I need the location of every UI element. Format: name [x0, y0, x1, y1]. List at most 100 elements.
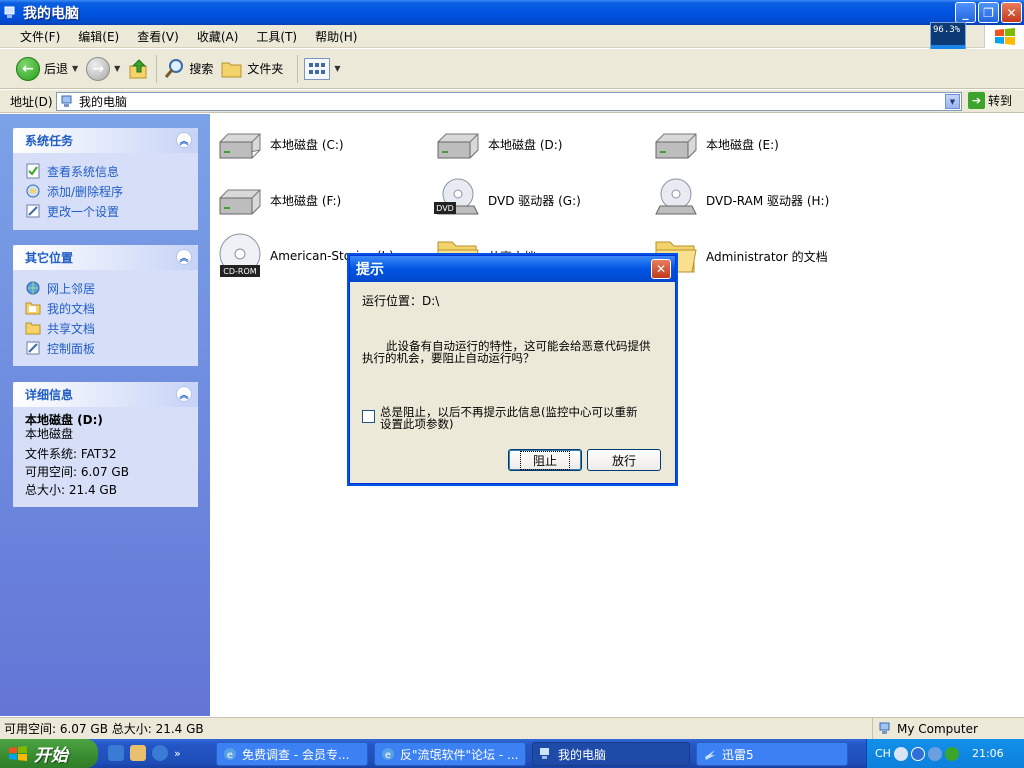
- messenger-icon[interactable]: [130, 745, 146, 761]
- system-tasks-header[interactable]: 系统任务 ︽: [13, 128, 198, 153]
- always-block-checkbox[interactable]: [362, 410, 375, 423]
- tray-expand-icon[interactable]: [893, 746, 908, 761]
- thunder-icon: [705, 750, 715, 760]
- hard-disk-icon: [437, 133, 479, 159]
- network-icon[interactable]: [927, 746, 942, 761]
- details-panel: 详细信息 ︽ 本地磁盘 (D:) 本地磁盘 文件系统: FAT32 可用空间: …: [13, 382, 198, 507]
- drive-e[interactable]: 本地磁盘 (E:): [652, 120, 779, 168]
- views-button[interactable]: ▼: [304, 57, 341, 80]
- up-folder-icon[interactable]: [128, 58, 150, 80]
- address-value: 我的电脑: [79, 95, 128, 109]
- language-indicator[interactable]: CH: [875, 747, 891, 760]
- folder-icon: [221, 62, 242, 77]
- dvd-badge: DVD: [436, 204, 454, 213]
- task-my-computer[interactable]: 我的电脑: [532, 742, 690, 766]
- detail-free-space: 可用空间: 6.07 GB: [25, 465, 129, 479]
- menu-file[interactable]: 文件(F): [20, 28, 60, 45]
- folders-button[interactable]: 文件夹: [221, 59, 283, 79]
- security-check-icon[interactable]: [910, 746, 925, 761]
- status-right-text: My Computer: [897, 722, 978, 736]
- menu-help[interactable]: 帮助(H): [315, 28, 357, 45]
- ie-icon[interactable]: [152, 745, 168, 761]
- dialog-title: 提示: [356, 262, 384, 278]
- quick-launch-expand-icon[interactable]: »: [174, 747, 181, 760]
- svg-text:e: e: [227, 750, 233, 761]
- hard-disk-icon: [655, 133, 697, 159]
- menu-edit[interactable]: 编辑(E): [78, 28, 119, 45]
- svg-text:e: e: [385, 750, 391, 761]
- my-computer-icon: [879, 722, 890, 734]
- back-dropdown-icon[interactable]: ▼: [72, 64, 78, 73]
- address-dropdown-icon[interactable]: ▼: [945, 94, 960, 109]
- other-places-header[interactable]: 其它位置 ︽: [13, 245, 198, 270]
- menu-view[interactable]: 查看(V): [137, 28, 179, 45]
- maximize-button[interactable]: ❐: [978, 2, 999, 23]
- dialog-close-button[interactable]: ✕: [651, 259, 671, 279]
- place-control-panel[interactable]: 控制面板: [25, 338, 186, 358]
- hard-disk-icon: [219, 189, 261, 215]
- menu-favorites[interactable]: 收藏(A): [197, 28, 239, 45]
- detail-file-system: 文件系统: FAT32: [25, 447, 117, 461]
- system-tasks-title: 系统任务: [25, 134, 74, 148]
- windows-flag-icon: [9, 745, 27, 761]
- back-label: 后退: [44, 62, 69, 76]
- control-panel-icon: [26, 204, 40, 218]
- drive-c[interactable]: 本地磁盘 (C:): [216, 120, 344, 168]
- place-network[interactable]: 网上邻居: [25, 278, 186, 298]
- task-forum[interactable]: e 反"流氓软件"论坛 - ...: [374, 742, 526, 766]
- views-grid-icon: [304, 57, 331, 80]
- network-meter-value: 96.3%: [933, 25, 961, 35]
- task-add-remove-programs[interactable]: 添加/删除程序: [25, 181, 186, 201]
- title-bar[interactable]: 我的电脑 _ ❐ ✕: [0, 0, 1024, 25]
- ie-icon[interactable]: [108, 745, 124, 761]
- search-icon: [165, 58, 184, 78]
- status-bar: 可用空间: 6.07 GB 总大小: 21.4 GB My Computer: [0, 717, 1024, 740]
- forward-button[interactable]: → ▼: [86, 56, 120, 81]
- search-button[interactable]: 搜索: [163, 58, 213, 80]
- detail-total-size: 总大小: 21.4 GB: [25, 483, 117, 497]
- task-survey[interactable]: e 免费调查 - 会员专...: [216, 742, 368, 766]
- go-label: 转到: [988, 94, 1013, 108]
- forward-dropdown-icon[interactable]: ▼: [114, 64, 120, 73]
- address-input[interactable]: 我的电脑 ▼: [56, 92, 962, 111]
- detail-drive-name: 本地磁盘 (D:): [25, 413, 103, 427]
- details-title: 详细信息: [25, 388, 74, 402]
- add-remove-programs-icon: [26, 184, 40, 198]
- back-button[interactable]: ← 后退 ▼: [16, 56, 78, 81]
- control-panel-icon: [26, 341, 40, 355]
- drive-h[interactable]: DVD-RAM 驱动器 (H:): [652, 176, 829, 224]
- drive-g[interactable]: DVD DVD 驱动器 (G:): [434, 176, 581, 224]
- task-thunder[interactable]: 迅雷5: [696, 742, 848, 766]
- detail-drive-type: 本地磁盘: [25, 427, 74, 441]
- collapse-icon[interactable]: ︽: [176, 132, 192, 148]
- close-button[interactable]: ✕: [1001, 2, 1022, 23]
- task-view-system-info[interactable]: 查看系统信息: [25, 161, 186, 181]
- details-header[interactable]: 详细信息 ︽: [13, 382, 198, 407]
- dialog-title-bar[interactable]: 提示 ✕: [350, 256, 675, 282]
- collapse-icon[interactable]: ︽: [176, 249, 192, 265]
- drive-d[interactable]: 本地磁盘 (D:): [434, 120, 562, 168]
- collapse-icon[interactable]: ︽: [176, 386, 192, 402]
- system-tasks-panel: 系统任务 ︽ 查看系统信息 添加/删除程序 更改一个设置: [13, 128, 198, 230]
- antivirus-icon[interactable]: [944, 746, 959, 761]
- address-label: 地址(D): [10, 94, 53, 109]
- menu-tools[interactable]: 工具(T): [256, 28, 297, 45]
- cd-rom-icon: CD-ROM: [219, 233, 261, 277]
- task-pane: 系统任务 ︽ 查看系统信息 添加/删除程序 更改一个设置 其它位置 ︽ 网上邻居…: [0, 114, 210, 716]
- place-my-documents[interactable]: 我的文档: [25, 298, 186, 318]
- admin-documents-folder[interactable]: Administrator 的文档: [652, 232, 828, 280]
- views-dropdown-icon[interactable]: ▼: [334, 64, 340, 73]
- cd-rom-badge: CD-ROM: [223, 267, 256, 276]
- block-button[interactable]: 阻止: [508, 449, 582, 471]
- clock[interactable]: 21:06: [972, 747, 1004, 760]
- start-button[interactable]: 开始: [0, 739, 98, 768]
- my-computer-icon: [61, 95, 72, 107]
- place-shared-documents[interactable]: 共享文档: [25, 318, 186, 338]
- search-label: 搜索: [189, 62, 214, 76]
- minimize-button[interactable]: _: [955, 2, 976, 23]
- allow-button[interactable]: 放行: [587, 449, 661, 471]
- drive-f[interactable]: 本地磁盘 (F:): [216, 176, 341, 224]
- task-change-setting[interactable]: 更改一个设置: [25, 201, 186, 221]
- go-button[interactable]: ➔ 转到: [968, 92, 1012, 109]
- hard-disk-icon: [219, 133, 261, 159]
